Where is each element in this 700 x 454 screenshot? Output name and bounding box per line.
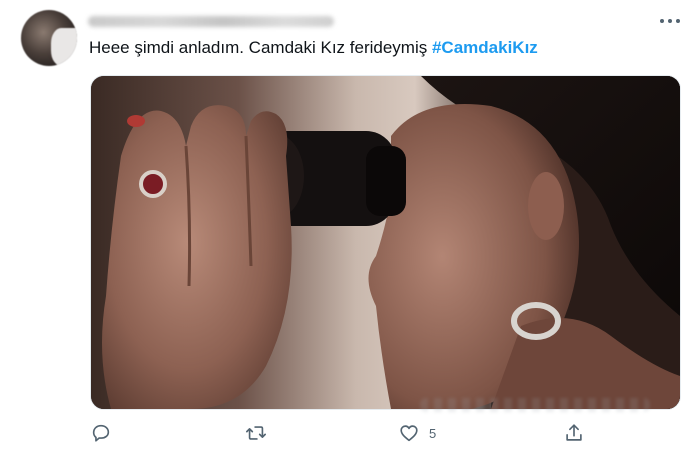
share-button[interactable] <box>563 418 585 448</box>
dot <box>676 19 680 23</box>
avatar[interactable] <box>21 10 77 66</box>
tweet-body: Heee şimdi anladım. Camdaki Kız ferideym… <box>89 38 432 57</box>
tweet-actions: 5 <box>0 418 700 448</box>
like-button[interactable]: 5 <box>398 418 436 448</box>
like-icon <box>400 425 418 442</box>
more-horizontal-icon[interactable] <box>660 14 680 28</box>
watermark <box>420 398 650 412</box>
blurred-username <box>88 16 334 27</box>
hashtag-link[interactable]: #CamdakiKız <box>432 38 538 57</box>
reply-button[interactable] <box>90 418 112 448</box>
tweet-text: Heee şimdi anladım. Camdaki Kız ferideym… <box>89 38 538 58</box>
dot <box>660 19 664 23</box>
retweet-button[interactable] <box>245 418 267 448</box>
tweet-media-photo[interactable] <box>90 75 681 410</box>
reply-icon <box>92 424 110 442</box>
binoculars-photo <box>91 76 680 409</box>
dot <box>668 19 672 23</box>
retweet-icon <box>246 426 266 440</box>
share-icon <box>566 424 582 441</box>
tweet-card[interactable]: Heee şimdi anladım. Camdaki Kız ferideym… <box>0 0 700 454</box>
like-count: 5 <box>429 425 437 441</box>
